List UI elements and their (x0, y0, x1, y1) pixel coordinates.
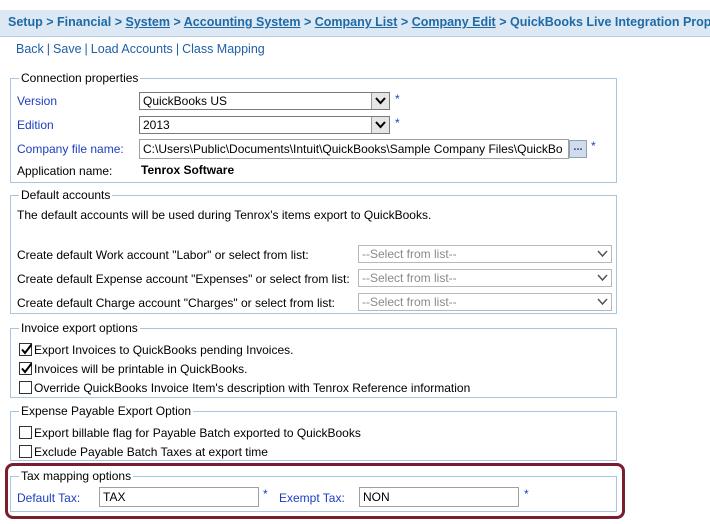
work-account-label: Create default Work account "Labor" or s… (17, 248, 309, 262)
breadcrumb-separator: > (303, 15, 312, 29)
application-name-value: Tenrox Software (141, 163, 235, 177)
breadcrumb-setup: Setup (8, 15, 43, 29)
chevron-down-icon (594, 270, 611, 286)
connection-properties-section: Connection properties Version QuickBooks… (10, 71, 617, 183)
back-link[interactable]: Back (16, 42, 44, 56)
expense-payable-legend: Expense Payable Export Option (19, 404, 194, 418)
action-separator: | (46, 42, 51, 56)
company-file-label: Company file name: (17, 142, 124, 156)
exclude-taxes-label: Exclude Payable Batch Taxes at export ti… (34, 445, 268, 459)
browse-button[interactable]: ... (569, 140, 587, 158)
breadcrumb: Setup > Financial > System > Accounting … (0, 10, 710, 37)
export-invoices-label: Export Invoices to QuickBooks pending In… (34, 343, 294, 357)
breadcrumb-company-edit-link[interactable]: Company Edit (412, 15, 496, 29)
required-mark: * (591, 139, 596, 153)
expense-account-label: Create default Expense account "Expenses… (17, 272, 350, 286)
chevron-down-icon (371, 93, 389, 109)
edition-label: Edition (17, 118, 54, 132)
export-invoices-checkbox[interactable] (19, 343, 33, 356)
breadcrumb-separator: > (400, 15, 409, 29)
invoice-export-section: Invoice export options Export Invoices t… (10, 321, 617, 398)
default-accounts-description: The default accounts will be used during… (17, 208, 432, 222)
work-account-select-value: --Select from list-- (362, 247, 457, 261)
action-links: Back | Save | Load Accounts | Class Mapping (16, 42, 265, 56)
override-description-label: Override QuickBooks Invoice Item's descr… (34, 381, 471, 395)
action-separator: | (175, 42, 180, 56)
required-mark: * (395, 92, 400, 106)
breadcrumb-financial: Financial (57, 15, 112, 29)
chevron-down-icon (371, 117, 389, 133)
default-accounts-legend: Default accounts (19, 188, 113, 202)
breadcrumb-accounting-system-link[interactable]: Accounting System (184, 15, 301, 29)
edition-select-value: 2013 (143, 118, 170, 132)
breadcrumb-company-list-link[interactable]: Company List (315, 15, 398, 29)
charge-account-select-value: --Select from list-- (362, 295, 457, 309)
connection-properties-legend: Connection properties (19, 71, 141, 85)
charge-account-select[interactable]: --Select from list-- (358, 293, 612, 311)
checkmark-icon (21, 343, 33, 355)
chevron-down-icon (594, 294, 611, 310)
breadcrumb-separator: > (114, 15, 122, 29)
charge-account-label: Create default Charge account "Charges" … (17, 296, 335, 310)
default-accounts-section: Default accounts The default accounts wi… (10, 188, 617, 314)
action-separator: | (84, 42, 88, 56)
breadcrumb-separator: > (499, 15, 507, 29)
load-accounts-link[interactable]: Load Accounts (91, 42, 173, 56)
breadcrumb-current-page: QuickBooks Live Integration Properties (510, 15, 710, 29)
edition-select[interactable]: 2013 (139, 116, 390, 134)
chevron-down-icon (594, 246, 611, 262)
expense-account-select[interactable]: --Select from list-- (358, 269, 612, 287)
exclude-taxes-checkbox[interactable] (19, 445, 32, 458)
export-billable-flag-checkbox[interactable] (19, 426, 32, 439)
export-billable-flag-label: Export billable flag for Payable Batch e… (34, 426, 361, 440)
breadcrumb-separator: > (46, 15, 54, 29)
version-select[interactable]: QuickBooks US (139, 92, 390, 110)
printable-invoices-label: Invoices will be printable in QuickBooks… (34, 362, 248, 376)
company-file-input[interactable]: C:\Users\Public\Documents\Intuit\QuickBo… (139, 139, 569, 159)
invoice-export-legend: Invoice export options (19, 321, 140, 335)
checkmark-icon (21, 362, 33, 374)
tax-mapping-highlight (5, 463, 625, 519)
override-description-checkbox[interactable] (19, 381, 32, 394)
printable-invoices-checkbox[interactable] (19, 362, 33, 375)
save-link[interactable]: Save (53, 42, 82, 56)
expense-account-select-value: --Select from list-- (362, 271, 457, 285)
class-mapping-link[interactable]: Class Mapping (182, 42, 265, 56)
breadcrumb-system-link[interactable]: System (125, 15, 169, 29)
application-name-label: Application name: (17, 164, 113, 178)
required-mark: * (395, 116, 400, 130)
expense-payable-section: Expense Payable Export Option Export bil… (10, 404, 617, 461)
version-label: Version (17, 94, 58, 108)
work-account-select[interactable]: --Select from list-- (358, 245, 612, 263)
breadcrumb-separator: > (173, 15, 181, 29)
version-select-value: QuickBooks US (143, 94, 228, 108)
